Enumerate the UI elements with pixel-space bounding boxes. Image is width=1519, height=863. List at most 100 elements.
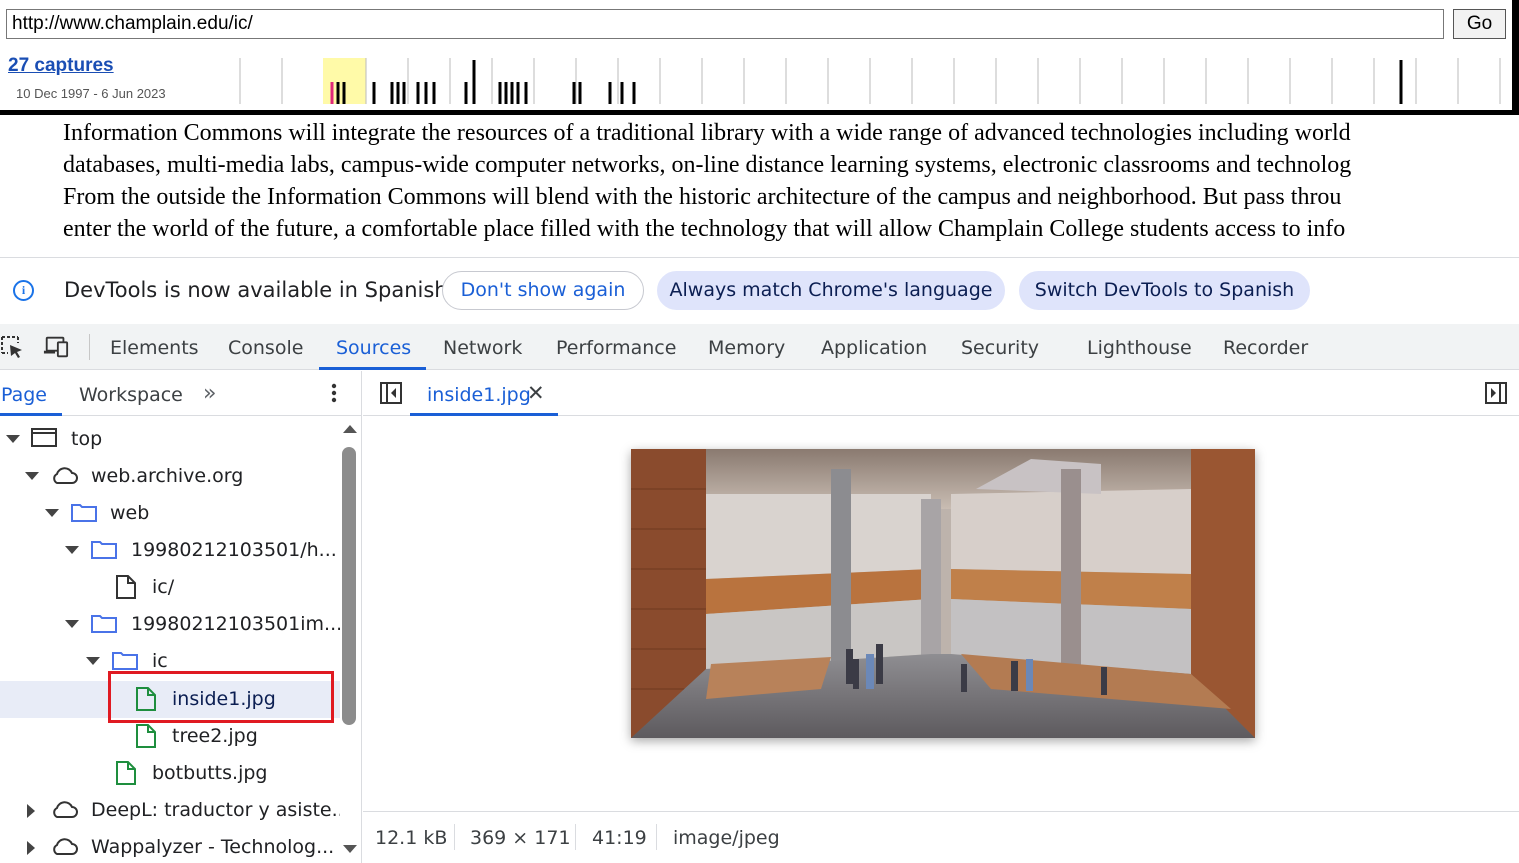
expand-arrow-icon[interactable] — [45, 509, 59, 517]
image-mime-type: image/jpeg — [673, 827, 780, 849]
tab-sources[interactable]: Sources — [336, 337, 411, 359]
kebab-menu-icon[interactable] — [326, 381, 342, 405]
tab-network[interactable]: Network — [443, 337, 522, 359]
devtools-tabbar: Elements Console Sources Network Perform… — [0, 324, 1519, 370]
cloud-icon — [53, 801, 78, 818]
expand-arrow-icon[interactable] — [6, 435, 20, 443]
tree-label: 19980212103501im... — [131, 613, 340, 635]
editor-tabbar: inside1.jpg ✕ — [363, 371, 1519, 416]
folder-icon — [71, 504, 97, 522]
file-tree: top web.archive.org web 19980212103501/h… — [0, 417, 340, 863]
device-toolbar-icon[interactable] — [43, 335, 69, 359]
frame-icon — [31, 428, 57, 447]
tree-label: ic — [152, 650, 168, 672]
tree-row-folder[interactable]: web — [0, 495, 340, 532]
info-icon: i — [13, 280, 34, 301]
image-aspect-ratio: 41:19 — [592, 827, 647, 849]
captures-link[interactable]: 27 captures — [8, 55, 114, 77]
devtools-language-infobar: i DevTools is now available in Spanish D… — [0, 257, 1519, 324]
tab-application[interactable]: Application — [821, 337, 927, 359]
tab-security[interactable]: Security — [961, 337, 1039, 359]
status-divider — [575, 824, 576, 850]
image-file-icon — [136, 724, 156, 748]
tree-label: top — [71, 428, 103, 450]
cloud-icon — [53, 467, 78, 484]
expand-arrow-icon[interactable] — [86, 657, 100, 665]
tab-performance[interactable]: Performance — [556, 337, 676, 359]
sources-editor: inside1.jpg ✕ 12.1 kB 369 × 171 41:19 im… — [363, 371, 1519, 863]
archived-page-text: Information Commons will integrate the r… — [63, 117, 1519, 257]
tree-row-folder[interactable]: 19980212103501/h... — [0, 532, 340, 569]
folder-icon — [91, 541, 117, 559]
expand-arrow-icon[interactable] — [65, 620, 79, 628]
tab-console[interactable]: Console — [228, 337, 303, 359]
image-file-icon — [116, 761, 136, 785]
tree-row-file[interactable]: tree2.jpg — [0, 718, 340, 755]
status-divider — [656, 824, 657, 850]
scrollbar-thumb[interactable] — [342, 447, 356, 725]
image-preview — [631, 449, 1255, 738]
tree-label: tree2.jpg — [172, 725, 258, 747]
inspect-element-icon[interactable] — [0, 335, 26, 359]
tree-row-file[interactable]: botbutts.jpg — [0, 755, 340, 792]
close-tab-icon[interactable]: ✕ — [527, 381, 545, 405]
infobar-message: DevTools is now available in Spanish — [64, 278, 448, 302]
page-text-line: enter the world of the future, a comfort… — [63, 216, 1346, 242]
navigator-tab-page[interactable]: Page — [1, 384, 47, 406]
editor-tab-indicator — [410, 413, 558, 416]
navigator-header: Page Workspace » — [0, 371, 361, 416]
tree-row-origin[interactable]: web.archive.org — [0, 458, 340, 495]
tree-row-top[interactable]: top — [0, 421, 340, 458]
tree-label: web.archive.org — [91, 465, 244, 487]
toggle-debugger-icon[interactable] — [1484, 381, 1508, 405]
always-match-language-button[interactable]: Always match Chrome's language — [657, 271, 1005, 310]
tree-label: DeepL: traductor y asiste... — [91, 799, 340, 821]
tree-row-file[interactable]: ic/ — [0, 569, 340, 606]
navigator-scrollbar[interactable] — [340, 417, 360, 863]
image-dimensions: 369 × 171 — [470, 827, 571, 849]
navigator-tab-workspace[interactable]: Workspace — [79, 384, 183, 406]
tab-lighthouse[interactable]: Lighthouse — [1087, 337, 1192, 359]
more-tabs-chevron-icon[interactable]: » — [203, 381, 216, 406]
scroll-down-arrow-icon[interactable] — [343, 845, 357, 853]
wayback-go-button[interactable]: Go — [1453, 9, 1506, 39]
tree-label: 19980212103501/h... — [131, 539, 337, 561]
page-text-line: From the outside the Information Commons… — [63, 184, 1342, 210]
expand-arrow-icon[interactable] — [65, 546, 79, 554]
switch-to-spanish-button[interactable]: Switch DevTools to Spanish — [1019, 271, 1310, 310]
tree-row-folder[interactable]: 19980212103501im... — [0, 606, 340, 643]
scroll-up-arrow-icon[interactable] — [343, 425, 357, 433]
navigator-tab-indicator — [0, 413, 62, 416]
tab-elements[interactable]: Elements — [110, 337, 199, 359]
image-file-size: 12.1 kB — [375, 827, 448, 849]
toolbar-divider — [89, 334, 90, 360]
collapsed-arrow-icon[interactable] — [27, 804, 35, 818]
tree-label: ic/ — [152, 576, 175, 598]
tree-label: botbutts.jpg — [152, 762, 268, 784]
dont-show-again-button[interactable]: Don't show again — [442, 271, 644, 310]
tree-label: web — [110, 502, 150, 524]
toggle-navigator-icon[interactable] — [379, 381, 403, 405]
document-icon — [116, 575, 136, 599]
cloud-icon — [53, 838, 78, 855]
tab-recorder[interactable]: Recorder — [1223, 337, 1308, 359]
sources-navigator: Page Workspace » top web.archive.org web… — [0, 371, 362, 863]
tab-memory[interactable]: Memory — [708, 337, 785, 359]
status-divider — [454, 824, 455, 850]
capture-date-range: 10 Dec 1997 - 6 Jun 2023 — [16, 86, 166, 101]
tree-row-extension[interactable]: DeepL: traductor y asiste... — [0, 792, 340, 829]
active-tab-indicator — [319, 367, 426, 370]
tree-label: Wappalyzer - Technolog... — [91, 836, 335, 858]
expand-arrow-icon[interactable] — [25, 472, 39, 480]
capture-sparkline[interactable] — [238, 58, 1508, 104]
collapsed-arrow-icon[interactable] — [27, 841, 35, 855]
wayback-toolbar: http://www.champlain.edu/ic/ Go 27 captu… — [0, 0, 1519, 115]
editor-tab-label: inside1.jpg — [427, 384, 531, 406]
folder-icon — [91, 615, 117, 633]
folder-icon — [112, 652, 138, 670]
wayback-url-input[interactable]: http://www.champlain.edu/ic/ — [6, 9, 1444, 39]
page-text-line: Information Commons will integrate the r… — [63, 120, 1351, 146]
editor-tab-inside1[interactable]: inside1.jpg ✕ — [410, 371, 558, 416]
tree-row-extension[interactable]: Wappalyzer - Technolog... — [0, 829, 340, 863]
image-status-bar: 12.1 kB 369 × 171 41:19 image/jpeg — [363, 811, 1519, 863]
